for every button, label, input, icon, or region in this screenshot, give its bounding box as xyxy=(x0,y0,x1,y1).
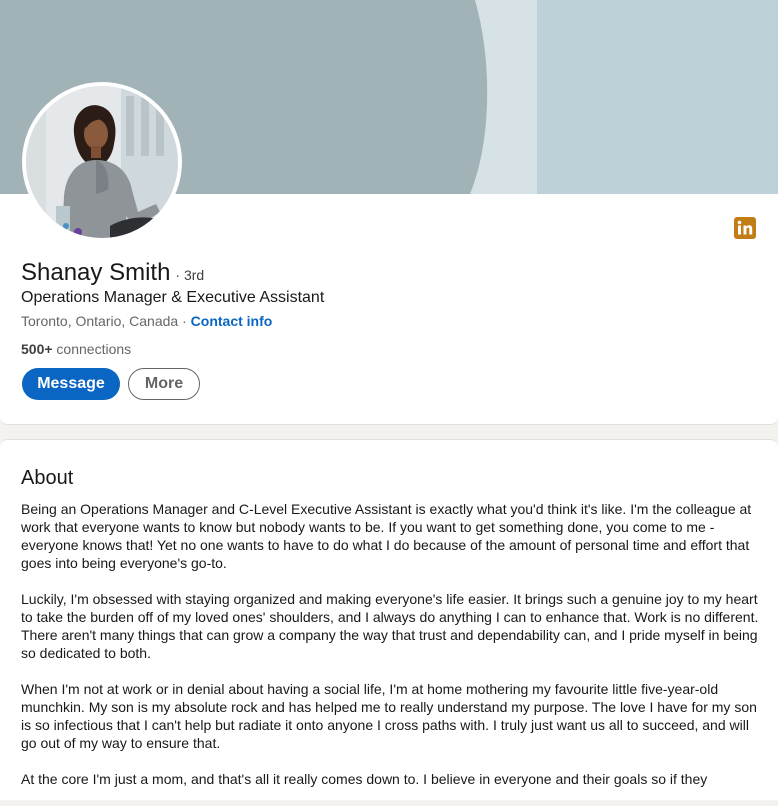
about-title: About xyxy=(21,467,74,489)
about-paragraph: At the core I'm just a mom, and that's a… xyxy=(21,771,708,787)
connection-degree: · 3rd xyxy=(175,267,205,283)
connections-count: 500+ xyxy=(21,341,53,357)
profile-photo-image xyxy=(26,86,178,238)
profile-name: Shanay Smith xyxy=(21,259,171,286)
about-paragraph: Being an Operations Manager and C-Level … xyxy=(21,501,752,571)
location-row: Toronto, Ontario, Canada · Contact info xyxy=(21,313,272,329)
connections-label: connections xyxy=(52,341,132,357)
profile-photo[interactable] xyxy=(22,82,182,242)
profile-top-card: Shanay Smith · 3rd Operations Manager & … xyxy=(0,0,778,425)
about-paragraph: When I'm not at work or in denial about … xyxy=(21,681,757,751)
about-section: About Being an Operations Manager and C-… xyxy=(0,439,778,800)
linkedin-icon xyxy=(734,217,756,239)
profile-location: Toronto, Ontario, Canada xyxy=(21,313,179,329)
location-separator: · xyxy=(178,313,191,329)
contact-info-link[interactable]: Contact info xyxy=(191,313,273,329)
more-button[interactable]: More xyxy=(128,368,200,400)
connections-link[interactable]: 500+ connections xyxy=(21,341,131,357)
profile-headline: Operations Manager & Executive Assistant xyxy=(21,289,325,306)
name-row: Shanay Smith · 3rd xyxy=(21,259,204,287)
message-button[interactable]: Message xyxy=(22,368,120,400)
about-text: Being an Operations Manager and C-Level … xyxy=(21,500,761,806)
about-paragraph: Luckily, I'm obsessed with staying organ… xyxy=(21,591,759,661)
